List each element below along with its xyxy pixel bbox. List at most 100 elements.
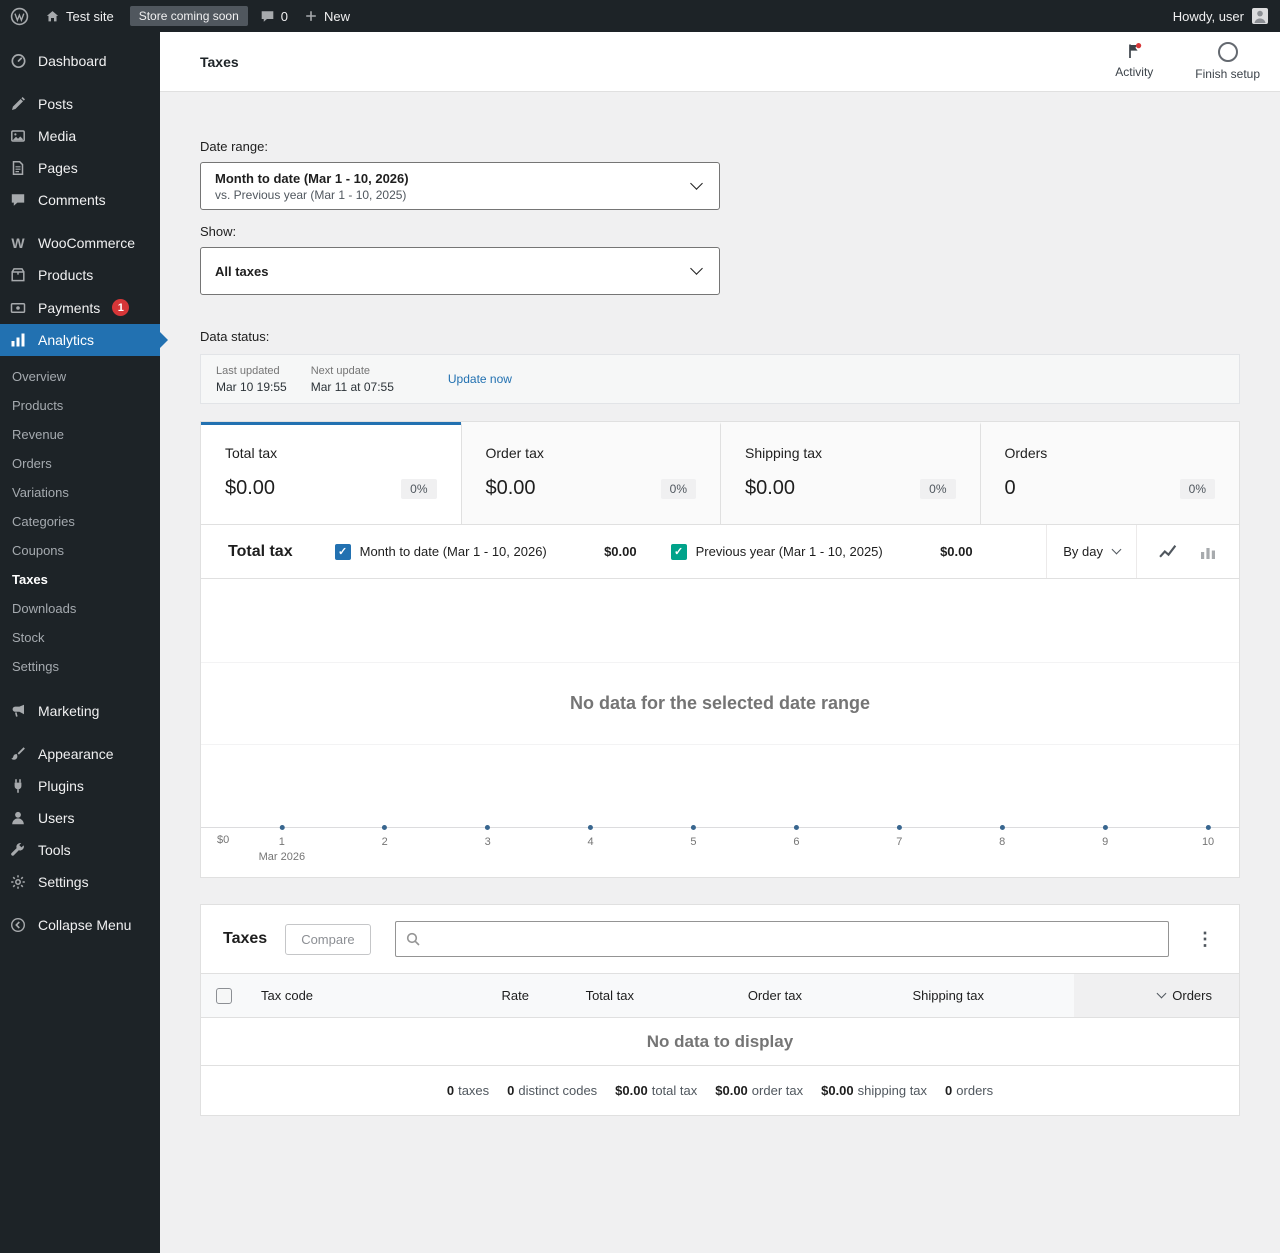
activity-flag-icon (1125, 42, 1143, 60)
sidebar-item-marketing[interactable]: Marketing (0, 695, 160, 727)
x-axis-tick: 5 (690, 825, 696, 848)
submenu-item-overview[interactable]: Overview (0, 362, 160, 391)
submenu-item-variations[interactable]: Variations (0, 478, 160, 507)
column-header-shipping-tax[interactable]: Shipping tax (818, 974, 1074, 1017)
tile-order-tax[interactable]: Order tax $0.00 0% (460, 422, 720, 524)
submenu-item-downloads[interactable]: Downloads (0, 594, 160, 623)
finish-setup-button[interactable]: Finish setup (1189, 38, 1266, 85)
next-update-value: Mar 11 at 07:55 (310, 379, 394, 394)
collapse-menu-button[interactable]: Collapse Menu (0, 909, 160, 941)
activity-button[interactable]: Activity (1109, 38, 1159, 83)
account-menu[interactable]: Howdy, user (1173, 8, 1268, 24)
submenu-item-revenue[interactable]: Revenue (0, 420, 160, 449)
sidebar-item-label: Pages (38, 160, 78, 176)
compare-button[interactable]: Compare (285, 923, 371, 955)
submenu-item-products[interactable]: Products (0, 391, 160, 420)
update-now-link[interactable]: Update now (448, 372, 512, 386)
x-axis-tick: 10 (1202, 825, 1214, 848)
checked-checkbox-icon (334, 543, 351, 560)
sidebar-item-posts[interactable]: Posts (0, 88, 160, 120)
sidebar-item-dashboard[interactable]: Dashboard (0, 44, 160, 77)
tools-icon (8, 842, 28, 858)
next-update-label: Next update (310, 364, 371, 377)
table-menu-kebab-icon[interactable] (1193, 927, 1217, 951)
woocommerce-icon (8, 235, 28, 251)
sidebar-item-pages[interactable]: Pages (0, 152, 160, 184)
sort-chevron-down-icon (1156, 988, 1167, 999)
submenu-item-categories[interactable]: Categories (0, 507, 160, 536)
products-icon (8, 267, 28, 283)
dashboard-icon (8, 52, 28, 69)
sidebar-item-payments[interactable]: Payments 1 (0, 291, 160, 324)
y-axis-zero-label: $0 (217, 834, 230, 846)
x-axis-tick: 6 (793, 825, 799, 848)
table-title: Taxes (223, 930, 268, 947)
legend-value: $0.00 (940, 544, 973, 559)
data-status-box: Last updated Mar 10 19:55 Next update Ma… (200, 354, 1240, 404)
sidebar-item-products[interactable]: Products (0, 259, 160, 291)
payments-icon (8, 300, 28, 316)
select-all-checkbox[interactable] (215, 987, 232, 1004)
date-range-compare: vs. Previous year (Mar 1 - 10, 2025) (215, 187, 407, 202)
sidebar-item-settings[interactable]: Settings (0, 866, 160, 898)
data-point-dot (279, 825, 285, 830)
sidebar-item-plugins[interactable]: Plugins (0, 770, 160, 802)
tile-label: Total tax (225, 445, 278, 461)
page-title: Taxes (200, 53, 239, 70)
data-point-dot (1205, 825, 1211, 830)
column-header-tax-code[interactable]: Tax code (246, 974, 445, 1017)
new-content-menu[interactable]: New (304, 9, 350, 24)
legend-toggle-previous-period[interactable]: Previous year (Mar 1 - 10, 2025) $0.00 (670, 543, 973, 560)
table-empty-message: No data to display (646, 1031, 794, 1051)
sidebar-item-label: Plugins (38, 778, 84, 794)
column-header-total-tax[interactable]: Total tax (545, 974, 650, 1017)
sidebar-item-label: Tools (38, 842, 71, 858)
date-range-select[interactable]: Month to date (Mar 1 - 10, 2026) vs. Pre… (200, 162, 720, 210)
wordpress-logo[interactable] (10, 7, 29, 26)
column-header-orders[interactable]: Orders (1074, 974, 1239, 1017)
interval-select[interactable]: By day (1046, 525, 1136, 578)
tile-label: Shipping tax (745, 445, 823, 461)
bar-chart-type-button[interactable] (1193, 537, 1223, 567)
submenu-item-taxes[interactable]: Taxes (0, 565, 160, 594)
submenu-item-orders[interactable]: Orders (0, 449, 160, 478)
new-label: New (323, 8, 350, 24)
line-chart-type-button[interactable] (1153, 537, 1183, 567)
submenu-item-coupons[interactable]: Coupons (0, 536, 160, 565)
sidebar-item-users[interactable]: Users (0, 802, 160, 834)
legend-label: Previous year (Mar 1 - 10, 2025) (695, 544, 883, 559)
show-select[interactable]: All taxes (200, 247, 720, 295)
comments-shortcut[interactable]: 0 (260, 9, 288, 24)
sidebar-item-label: Posts (38, 96, 74, 112)
column-header-label: Orders (1172, 988, 1212, 1003)
tile-total-tax[interactable]: Total tax $0.00 0% (201, 422, 461, 524)
last-updated-label: Last updated (216, 364, 280, 377)
x-axis-tick: 9 (1102, 825, 1108, 848)
tile-value: 0 (1004, 477, 1016, 499)
sidebar-item-comments[interactable]: Comments (0, 184, 160, 216)
submenu-item-stock[interactable]: Stock (0, 623, 160, 652)
sidebar-item-appearance[interactable]: Appearance (0, 738, 160, 770)
coming-soon-badge[interactable]: Store coming soon (129, 6, 248, 26)
legend-toggle-current-period[interactable]: Month to date (Mar 1 - 10, 2026) $0.00 (334, 543, 637, 560)
data-point-dot (896, 825, 902, 830)
media-icon (8, 128, 28, 144)
column-header-order-tax[interactable]: Order tax (650, 974, 818, 1017)
tile-orders[interactable]: Orders 0 0% (979, 422, 1239, 524)
table-search-input[interactable] (394, 921, 1169, 957)
column-header-rate[interactable]: Rate (445, 974, 545, 1017)
sidebar-item-analytics[interactable]: Analytics (0, 324, 160, 356)
sidebar-item-woocommerce[interactable]: WooCommerce (0, 227, 160, 259)
chevron-down-icon (690, 177, 703, 190)
site-menu[interactable]: Test site (45, 9, 114, 24)
settings-gear-icon (8, 874, 28, 890)
submenu-item-settings[interactable]: Settings (0, 652, 160, 681)
chart-header: Total tax Month to date (Mar 1 - 10, 202… (201, 525, 1239, 579)
tile-shipping-tax[interactable]: Shipping tax $0.00 0% (720, 422, 980, 524)
x-axis-tick: 7 (896, 825, 902, 848)
x-axis-month-label: Mar 2026 (258, 851, 306, 863)
sidebar-item-media[interactable]: Media (0, 120, 160, 152)
data-point-dot (999, 825, 1005, 830)
summary-order-tax: $0.00 order tax (715, 1083, 804, 1098)
sidebar-item-tools[interactable]: Tools (0, 834, 160, 866)
